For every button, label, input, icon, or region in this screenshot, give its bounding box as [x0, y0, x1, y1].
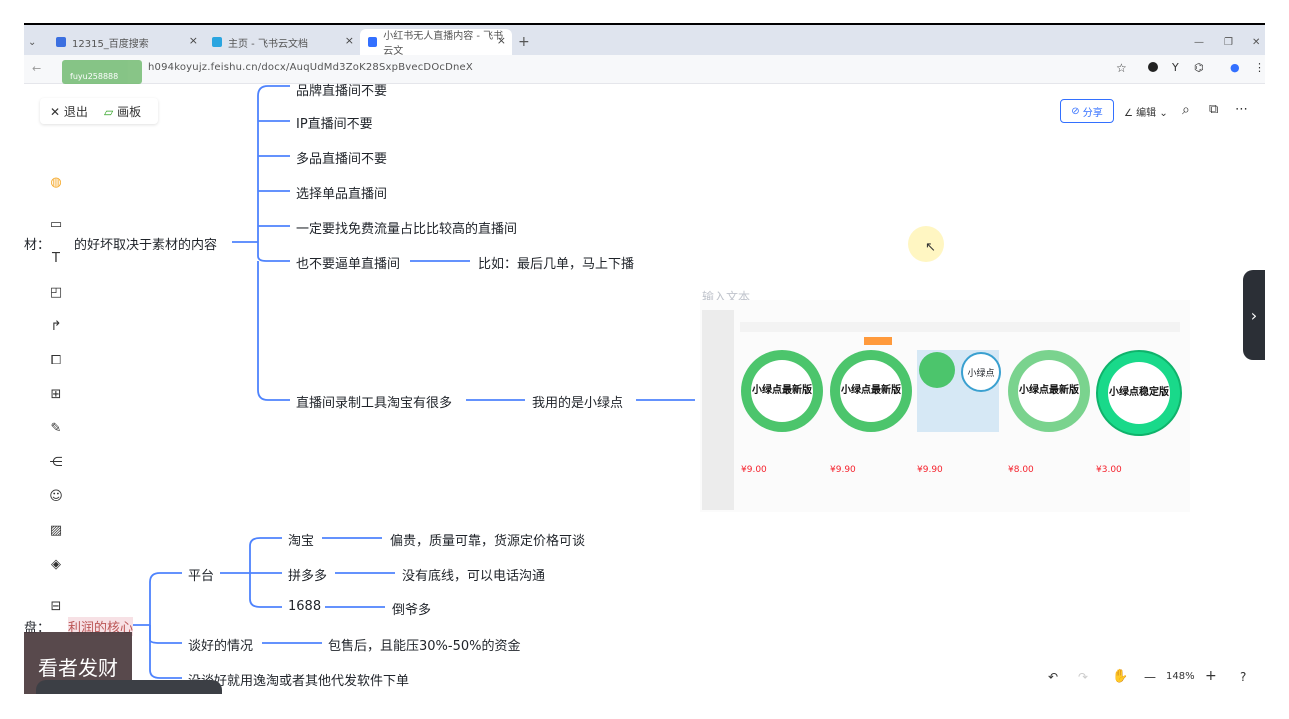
product-price: ¥9.90: [917, 465, 943, 475]
screenshot-sidebar: [702, 310, 734, 510]
platform-note[interactable]: 偏贵，质量可靠，货源定价格可谈: [390, 530, 585, 549]
product-thumb[interactable]: 小绿点最新版: [741, 350, 823, 432]
cursor-icon: ↖: [925, 240, 936, 255]
root-node[interactable]: 的好坏取决于素材的内容: [74, 234, 217, 253]
branch-node[interactable]: 直播间录制工具淘宝有很多: [296, 392, 452, 411]
platform-node[interactable]: 平台: [188, 565, 214, 584]
product-price: ¥9.00: [741, 465, 767, 475]
branch-node[interactable]: 品牌直播间不要: [296, 80, 387, 99]
product-price: ¥3.00: [1096, 465, 1122, 475]
branch-node[interactable]: IP直播间不要: [296, 113, 373, 132]
panel-toggle-button[interactable]: ›: [1243, 270, 1265, 360]
product-thumb[interactable]: 小绿点最新版: [1008, 350, 1090, 432]
hand-icon[interactable]: ✋: [1112, 669, 1128, 684]
zoom-out-button[interactable]: —: [1144, 670, 1156, 684]
product-price: ¥9.90: [830, 465, 856, 475]
child-node[interactable]: 比如：最后几单，马上下播: [478, 253, 634, 272]
product-logo: [919, 352, 955, 388]
redo-icon[interactable]: ↷: [1078, 670, 1088, 684]
screenshot-nav: [740, 322, 1180, 332]
product-title: 小绿点: [961, 352, 1001, 392]
bottom-band: [0, 694, 1289, 719]
product-title: 小绿点最新版: [751, 360, 813, 422]
branch-node[interactable]: 也不要逼单直播间: [296, 253, 400, 272]
deal-note[interactable]: 包售后，且能压30%-50%的资金: [328, 635, 520, 654]
platform-name[interactable]: 淘宝: [288, 530, 314, 549]
platform-name[interactable]: 拼多多: [288, 565, 327, 584]
help-icon[interactable]: ?: [1240, 670, 1246, 684]
branch-node[interactable]: 选择单品直播间: [296, 183, 387, 202]
product-title: 小绿点最新版: [840, 360, 902, 422]
product-thumb[interactable]: 小绿点: [917, 350, 1001, 432]
watermark-text: 看者发财: [38, 656, 118, 680]
undo-icon[interactable]: ↶: [1048, 670, 1058, 684]
zoom-in-button[interactable]: +: [1205, 668, 1217, 684]
chevron-right-icon: ›: [1250, 305, 1258, 325]
product-thumb[interactable]: 小绿点稳定版: [1096, 350, 1182, 436]
product-price: ¥8.00: [1008, 465, 1034, 475]
child-node[interactable]: 我用的是小绿点: [532, 392, 623, 411]
branch-node[interactable]: 一定要找免费流量占比比较高的直播间: [296, 218, 517, 237]
platform-name[interactable]: 1688: [288, 599, 321, 614]
platform-note[interactable]: 没有底线，可以电话沟通: [402, 565, 545, 584]
branch-node[interactable]: 多品直播间不要: [296, 148, 387, 167]
deal-node[interactable]: 谈好的情况: [188, 635, 253, 654]
product-title: 小绿点稳定版: [1108, 362, 1170, 424]
product-title: 小绿点最新版: [1018, 360, 1080, 422]
root-prefix: 材：: [24, 238, 51, 253]
product-thumb[interactable]: 小绿点最新版: [830, 350, 912, 432]
screenshot-filters: [740, 337, 1180, 345]
filter-chip: [864, 337, 892, 345]
platform-note[interactable]: 倒爷多: [392, 599, 431, 618]
zoom-level[interactable]: 148%: [1166, 671, 1195, 682]
